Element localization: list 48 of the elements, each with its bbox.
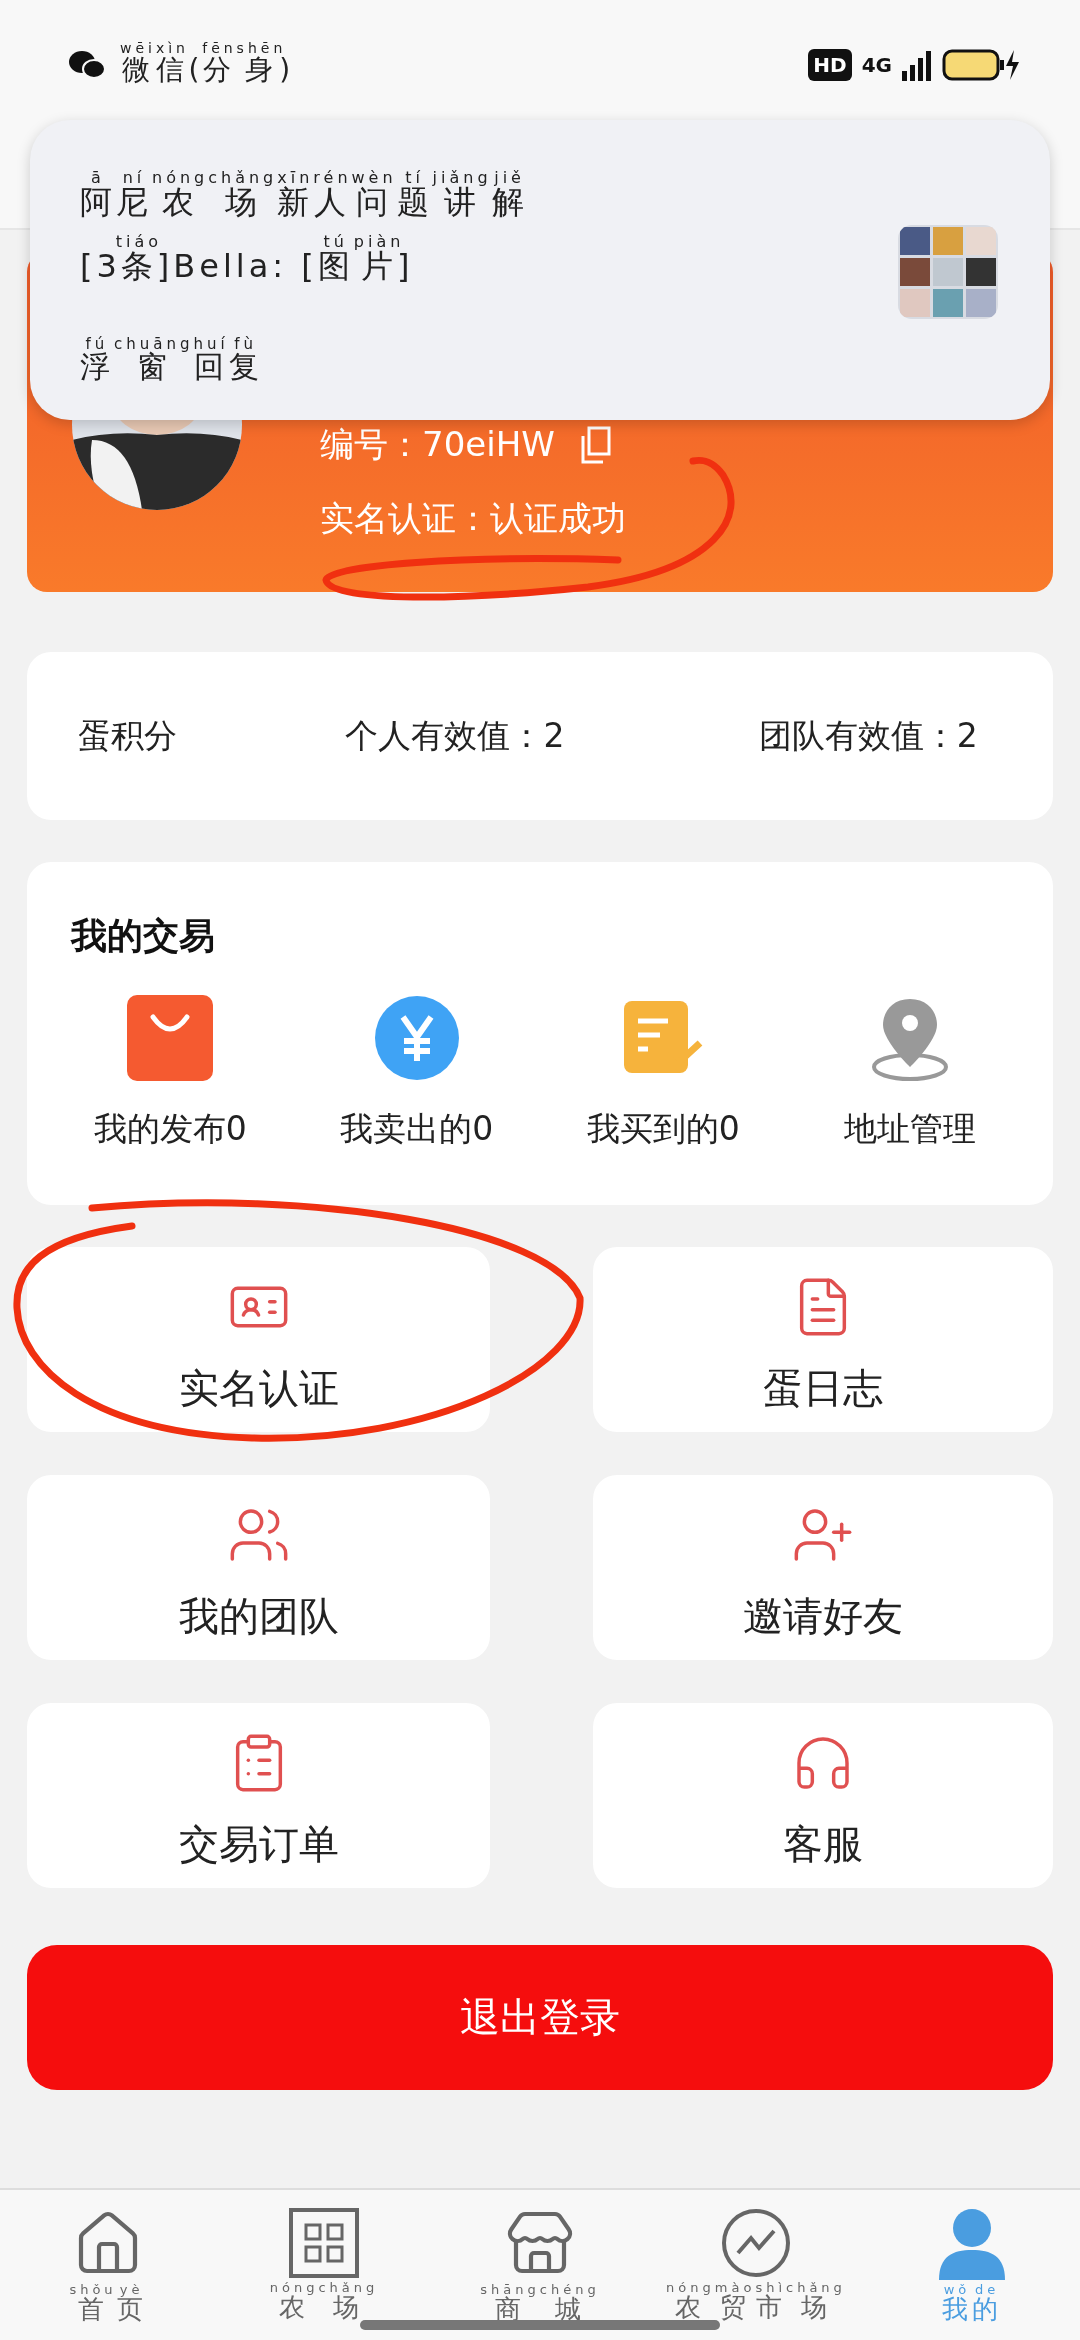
logout-button[interactable]: 退出登录 bbox=[27, 1945, 1053, 2090]
battery-icon bbox=[942, 48, 1020, 82]
nav-tab[interactable]: 商 shāng 城 chéng bbox=[432, 2190, 648, 2340]
tab-label: 商 shāng 城 chéng bbox=[480, 2284, 600, 2326]
trade-link[interactable]: 我卖出的0 bbox=[340, 1107, 494, 1152]
shopping-bag-icon bbox=[127, 995, 214, 1081]
grid-icon bbox=[289, 2208, 359, 2278]
tile-label: 交易订单 bbox=[178, 1820, 339, 1869]
stat-value: 团队有效值：2 bbox=[758, 714, 979, 757]
tile-label: 邀请好友 bbox=[743, 1592, 903, 1641]
app-name: 微 wēi 信 xìn (分 fēn 身 shēn ) bbox=[120, 41, 295, 88]
tile-label: 蛋日志 bbox=[763, 1364, 883, 1413]
tab-label: 农 nóng 贸 mào 市 shì 场 chǎng bbox=[666, 2282, 846, 2324]
trade-link[interactable]: 地址管理 bbox=[843, 1107, 976, 1152]
nav-tab[interactable]: 农 nóng 场 chǎng bbox=[216, 2190, 432, 2340]
notification-message: [3 条 tiáo ]Bella: [图 tú 片 piàn ] bbox=[80, 233, 415, 287]
yen-icon bbox=[373, 995, 460, 1081]
section-title: 我的交易 bbox=[69, 914, 216, 958]
tab-label: 我 wǒ 的 de bbox=[942, 2284, 1002, 2326]
signal-icon bbox=[902, 49, 932, 81]
hd-badge: HD bbox=[808, 49, 852, 81]
stat-value: 个人有效值：2 bbox=[345, 714, 566, 757]
menu-tile[interactable]: 实名认证 bbox=[27, 1247, 490, 1432]
user-icon bbox=[937, 2208, 1007, 2280]
notification-banner[interactable]: 阿 ā 尼 ní 农 nóng 场 chǎng 新 xīn 人 rén 问 wèn 题 tí 讲 jiǎng 解 jiě [3 条 tiáo ]Bella: [图 tú 片 piàn ] 浮 fú 窗 chuāng 回 huí 复 fù bbox=[30, 120, 1050, 420]
tile-label: 客服 bbox=[783, 1820, 863, 1869]
float-reply-button[interactable]: 浮 fú 窗 chuāng 回 huí 复 fù bbox=[80, 337, 528, 387]
menu-tile[interactable]: 邀请好友 bbox=[593, 1475, 1053, 1660]
menu-tile[interactable]: 客服 bbox=[593, 1703, 1053, 1888]
member-id: 编号：70eiHW bbox=[320, 423, 555, 466]
tab-label: 农 nóng 场 chǎng bbox=[269, 2282, 379, 2324]
nav-tab[interactable]: 农 nóng 贸 mào 市 shì 场 chǎng bbox=[648, 2190, 864, 2340]
tile-label: 我的团队 bbox=[178, 1592, 339, 1641]
menu-tile[interactable]: 蛋日志 bbox=[593, 1247, 1053, 1432]
tab-label: 首 shǒu 页 yè bbox=[69, 2284, 147, 2326]
menu-tile[interactable]: 交易订单 bbox=[27, 1703, 490, 1888]
trend-chart-icon bbox=[721, 2208, 791, 2278]
network-type: 4G bbox=[861, 53, 892, 77]
menu-tile[interactable]: 我的团队 bbox=[27, 1475, 490, 1660]
nav-tab[interactable]: 首 shǒu 页 yè bbox=[0, 2190, 216, 2340]
copy-icon[interactable] bbox=[580, 426, 611, 464]
tile-label: 实名认证 bbox=[178, 1364, 339, 1413]
chat-app-icon bbox=[68, 50, 106, 80]
stat-value: 蛋积分 bbox=[78, 714, 178, 757]
trade-link[interactable]: 我买到的0 bbox=[586, 1107, 740, 1152]
notification-title: 阿 ā 尼 ní 农 nóng 场 chǎng 新 xīn 人 rén 问 wèn 题 tí 讲 jiǎng 解 jiě bbox=[80, 170, 528, 223]
verification-status: 实名认证：认证成功 bbox=[320, 497, 626, 540]
trade-link[interactable]: 我的发布0 bbox=[93, 1107, 247, 1152]
